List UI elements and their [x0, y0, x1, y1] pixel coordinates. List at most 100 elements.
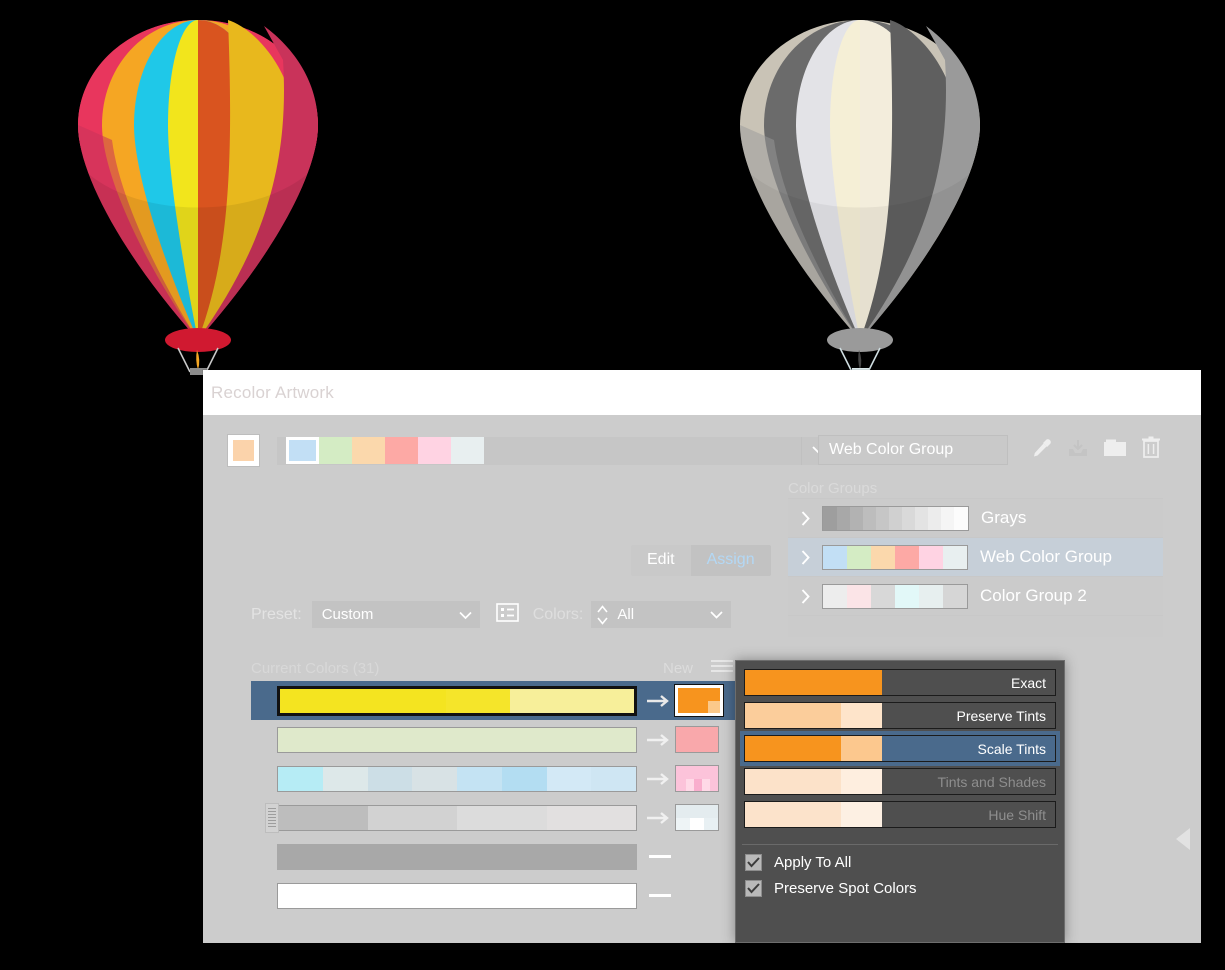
- colors-value: All: [617, 606, 635, 623]
- active-color-swatch[interactable]: [227, 434, 260, 467]
- trash-icon[interactable]: [1141, 436, 1161, 464]
- table-row[interactable]: [251, 876, 741, 915]
- group-name: Grays: [981, 508, 1027, 527]
- source-color-bar[interactable]: [277, 804, 637, 831]
- menu-item-label: Hue Shift: [988, 806, 1046, 823]
- list-item[interactable]: Web Color Group: [788, 537, 1163, 576]
- screen: Recolor Artwork Edit Assign Preset: Cust…: [0, 0, 1225, 970]
- table-row[interactable]: [251, 681, 741, 720]
- no-destination-dash: [649, 855, 671, 858]
- destination-color-swatch[interactable]: [675, 765, 719, 792]
- menu-item-hue-shift[interactable]: Hue Shift: [744, 801, 1056, 828]
- option-preview-swatches: [745, 703, 882, 728]
- new-column-label: New: [662, 660, 693, 677]
- triangle-left-icon[interactable]: [1176, 828, 1190, 850]
- chevron-right-icon[interactable]: [788, 549, 822, 565]
- preset-label: Preset:: [251, 605, 302, 623]
- table-row[interactable]: [251, 720, 741, 759]
- chevron-right-icon[interactable]: [788, 510, 822, 526]
- list-item[interactable]: Grays: [788, 498, 1163, 537]
- tab-assign[interactable]: Assign: [690, 545, 771, 576]
- edit-assign-tabs[interactable]: Edit Assign: [631, 545, 771, 576]
- table-row[interactable]: [251, 837, 741, 876]
- strip-swatch[interactable]: [319, 437, 352, 464]
- apply-to-all-label: Apply To All: [774, 854, 852, 871]
- destination-color-swatch[interactable]: [675, 804, 719, 831]
- arrow-right-icon: [645, 733, 675, 746]
- menu-item-label: Scale Tints: [882, 736, 1055, 761]
- save-download-icon[interactable]: [1067, 437, 1089, 464]
- color-groups-list: Grays Web Color Group Color Group 2: [788, 498, 1163, 637]
- group-swatches[interactable]: [822, 505, 969, 531]
- color-group-strip-swatches[interactable]: [286, 437, 484, 464]
- color-group-toolbar: [1031, 436, 1161, 464]
- strip-swatch[interactable]: [352, 437, 385, 464]
- dialog-titlebar: Recolor Artwork: [203, 370, 1201, 415]
- list-options-icon[interactable]: [495, 602, 519, 627]
- arrow-right-icon: [645, 811, 675, 824]
- source-color-bar[interactable]: [277, 685, 637, 716]
- chevron-down-icon[interactable]: [710, 606, 723, 624]
- table-row[interactable]: [251, 759, 741, 798]
- menu-item-tints-and-shades[interactable]: Tints and Shades: [744, 768, 1056, 795]
- arrow-right-icon: [645, 694, 675, 707]
- menu-item-label: Preserve Tints: [956, 707, 1046, 724]
- source-color-bar[interactable]: [277, 843, 637, 870]
- apply-to-all-checkbox[interactable]: [745, 854, 762, 871]
- current-colors-header: Current Colors (31) New: [251, 659, 733, 678]
- color-group-header-row: [227, 434, 837, 467]
- option-preview-swatches: [745, 736, 882, 761]
- preset-select[interactable]: Custom: [311, 601, 480, 628]
- grayscale-hot-air-balloon: [740, 20, 1015, 375]
- menu-item-exact[interactable]: Exact: [744, 669, 1056, 696]
- no-destination-dash: [649, 894, 671, 897]
- strip-swatch[interactable]: [385, 437, 418, 464]
- preset-value: Custom: [321, 606, 374, 623]
- menu-item-label: Tints and Shades: [937, 773, 1046, 790]
- color-group-strip[interactable]: [277, 436, 837, 465]
- strip-swatch[interactable]: [451, 437, 484, 464]
- menu-item-scale-tints[interactable]: Scale Tints: [740, 731, 1060, 766]
- option-preview-swatches: [745, 802, 882, 827]
- recolor-method-options: Exact Preserve Tints Scale Tints Tints a…: [736, 661, 1064, 840]
- current-colors-list: [251, 681, 765, 915]
- hamburger-menu-icon[interactable]: [711, 659, 733, 678]
- row-drag-handle[interactable]: [265, 802, 279, 833]
- source-color-bar[interactable]: [277, 726, 637, 753]
- group-name: Web Color Group: [980, 547, 1112, 566]
- tab-edit[interactable]: Edit: [631, 545, 691, 576]
- group-name: Color Group 2: [980, 586, 1087, 605]
- arrow-right-icon: [645, 772, 675, 785]
- option-preview-swatches: [745, 670, 882, 695]
- destination-color-swatch[interactable]: [674, 684, 724, 717]
- stepper-icon[interactable]: [595, 604, 609, 626]
- table-row[interactable]: [251, 798, 765, 837]
- list-item[interactable]: Color Group 2: [788, 576, 1163, 615]
- colors-label: Colors:: [532, 605, 584, 623]
- preserve-spot-colors-checkbox[interactable]: [745, 880, 762, 897]
- colored-hot-air-balloon: [78, 20, 358, 375]
- group-swatches[interactable]: [822, 544, 968, 570]
- color-group-name-field[interactable]: Web Color Group: [818, 435, 1008, 465]
- preserve-spot-colors-label: Preserve Spot Colors: [774, 880, 917, 897]
- eyedropper-icon[interactable]: [1031, 437, 1053, 464]
- apply-to-all-row[interactable]: Apply To All: [736, 845, 1064, 871]
- source-color-bar[interactable]: [277, 765, 637, 792]
- list-item-empty: [788, 615, 1163, 637]
- menu-item-preserve-tints[interactable]: Preserve Tints: [744, 702, 1056, 729]
- destination-color-swatch[interactable]: [675, 726, 719, 753]
- chevron-right-icon[interactable]: [788, 588, 822, 604]
- group-swatches[interactable]: [822, 583, 968, 609]
- source-color-bar[interactable]: [277, 882, 637, 909]
- colors-stepper[interactable]: All: [591, 601, 732, 628]
- strip-swatch[interactable]: [286, 437, 319, 464]
- strip-swatch[interactable]: [418, 437, 451, 464]
- folder-icon[interactable]: [1103, 438, 1127, 463]
- recolor-method-popup: Exact Preserve Tints Scale Tints Tints a…: [735, 660, 1065, 943]
- preserve-spot-colors-row[interactable]: Preserve Spot Colors: [736, 871, 1064, 897]
- chevron-down-icon: [459, 606, 472, 623]
- assign-left-column: Edit Assign Preset: Custom Colors: All C…: [203, 415, 941, 943]
- option-preview-swatches: [745, 769, 882, 794]
- current-colors-title: Current Colors (31): [251, 660, 380, 677]
- preset-controls-row: Preset: Custom Colors: All: [251, 601, 732, 628]
